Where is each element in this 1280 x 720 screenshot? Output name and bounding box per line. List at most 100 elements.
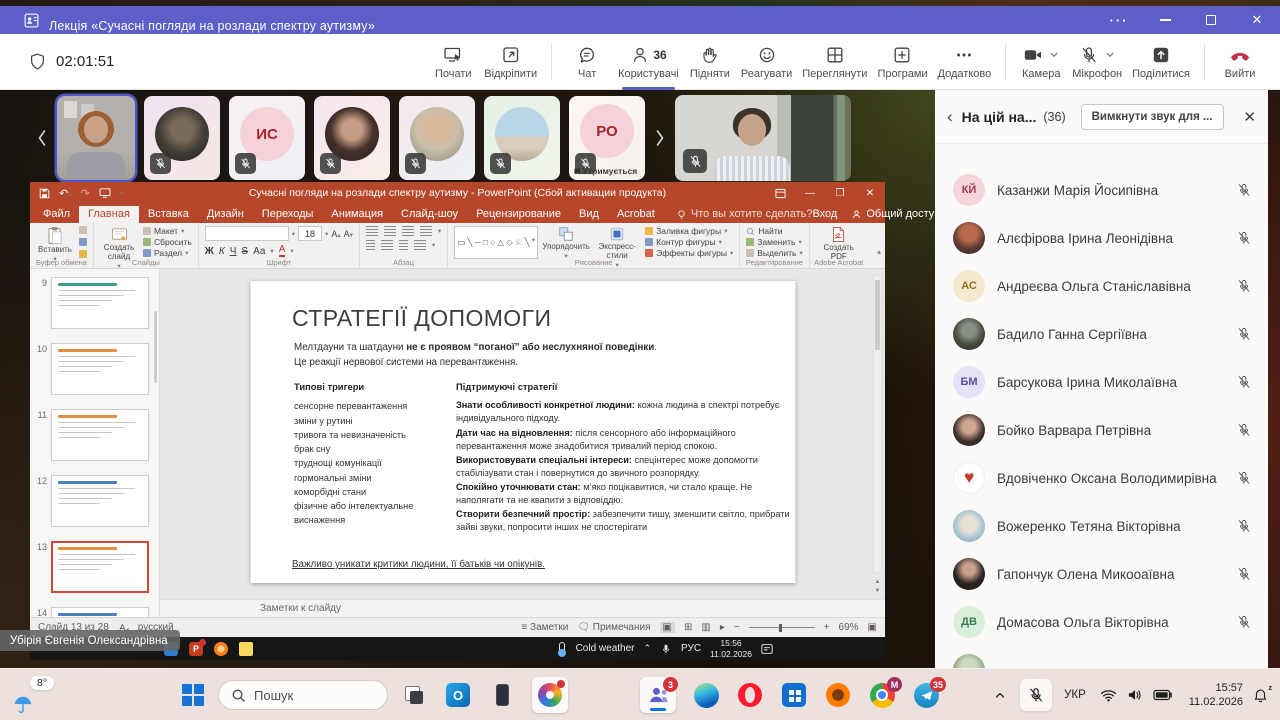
edge-icon[interactable] [692,681,720,709]
slide-sorter-icon[interactable]: ⊞ [684,622,692,633]
chevron-down-icon[interactable] [1049,50,1059,60]
toolbar-share-button[interactable]: Поділитися [1127,40,1195,83]
clock[interactable]: 15:5711.02.2026 [1189,681,1243,710]
grow-font-icon[interactable]: А▴ [331,229,340,239]
tray-chevron-icon[interactable]: ⌃ [644,643,652,654]
arrange-button[interactable]: Упорядочить▾ [543,226,589,260]
layout-button[interactable]: Макет▾ [143,226,192,236]
strikethrough-button[interactable]: S [241,246,248,257]
slide-13[interactable]: СТРАТЕГІЇ ДОПОМОГИ Мелтдауни та шатдауни… [250,281,795,583]
ppt-tab-4[interactable]: Переходы [253,206,323,223]
change-case-button[interactable]: Аа [253,246,265,257]
action-center-icon[interactable] [761,643,773,655]
strip-prev-icon[interactable] [36,128,48,148]
toolbar-hangup-button[interactable]: Вийти [1214,40,1266,83]
ppt-tab-7[interactable]: Рецензирование [467,206,570,223]
browser-icon[interactable] [214,642,228,656]
participant-tile[interactable] [314,96,390,180]
search-input[interactable] [218,680,388,710]
slide-thumbnail[interactable]: 12 [32,475,149,527]
shape-fill-button[interactable]: Заливка фигуры▾ [645,226,733,236]
phonelink-icon[interactable] [488,681,516,709]
mic-muted-tray-icon[interactable] [1020,679,1052,711]
participant-row[interactable]: Алєфірова Ірина Леонідівна [935,214,1268,262]
keyboard-language[interactable]: УКР [1064,689,1086,701]
weather-widget[interactable]: 8° [12,676,74,716]
powerpoint-taskbar-icon[interactable]: P [189,642,203,656]
participant-row[interactable]: БМБарсукова Ірина Миколаївна [935,358,1268,406]
chrome-icon[interactable]: M [868,681,896,709]
zoom-slider[interactable] [749,623,815,633]
bold-button[interactable]: Ж [205,246,214,257]
slide-thumbnail[interactable]: 10 [32,343,149,395]
start-slideshow-icon[interactable] [99,188,111,198]
volume-icon[interactable] [1127,688,1143,702]
toolbar-grid-button[interactable]: Переглянути [797,40,872,83]
participant-tile[interactable] [144,96,220,180]
slide-nav-buttons[interactable]: ▲▼ [873,578,882,595]
slideshow-icon[interactable]: ▸ [720,622,725,633]
opera-icon[interactable] [736,681,764,709]
ppt-tab-3[interactable]: Дизайн [198,206,253,223]
telegram-icon[interactable]: 35 [912,681,940,709]
toolbar-hand-button[interactable]: Підняти [684,40,736,83]
close-button[interactable]: ✕ [1234,6,1280,34]
clipboard-minibuttons[interactable] [79,226,87,258]
slide-scrollbar[interactable] [873,275,882,573]
back-icon[interactable]: ‹ [945,107,955,127]
hidden-icons-chevron[interactable] [994,689,1006,701]
ppt-restore-button[interactable]: ❐ [825,188,855,199]
share-button[interactable]: Общий доступ [851,208,940,220]
ppt-tab-6[interactable]: Слайд-шоу [392,206,467,223]
slide-thumbnail[interactable]: 13 [32,541,149,593]
shared-clock[interactable]: 15:5611.02.2026 [710,638,752,659]
panel-close-icon[interactable]: ✕ [1243,108,1256,126]
participant-tile[interactable] [399,96,475,180]
notes-toggle[interactable]: ≡ Заметки [521,622,568,633]
battery-icon[interactable] [1153,689,1173,701]
participant-row[interactable]: Бадило Ганна Сергіївна [935,310,1268,358]
create-pdf-button[interactable]: Создать PDF [816,226,862,262]
comments-toggle[interactable]: 🗨 Примечания [577,622,650,633]
participant-row[interactable] [935,646,1268,668]
toolbar-dots-button[interactable]: Додатково [933,40,997,83]
ppt-tab-9[interactable]: Acrobat [608,206,664,223]
participant-row[interactable]: ♥Вдовіченко Оксана Володимирівна [935,454,1268,502]
chevron-down-icon[interactable] [1105,50,1115,60]
start-button[interactable] [182,684,204,706]
font-size-input[interactable] [298,226,322,241]
toolbar-chat-button[interactable]: Чат [561,40,613,83]
ppt-close-button[interactable]: ✕ [855,188,885,199]
ppt-minimize-button[interactable]: — [795,188,825,199]
reading-view-icon[interactable]: ▥ [701,622,710,633]
reset-button[interactable]: Сбросить [143,237,192,247]
ribbon-options-icon[interactable] [765,188,795,199]
toolbar-camera-button[interactable]: Камера [1015,40,1067,83]
participant-row[interactable]: КЙКазанжи Марія Йосипівна [935,166,1268,214]
folder-icon[interactable] [239,642,253,656]
sign-in-button[interactable]: Вход [812,208,837,220]
slide-thumbnail[interactable]: 14 [32,607,149,617]
video-tile[interactable] [57,96,135,180]
font-color-button[interactable]: А [279,245,286,257]
zoom-in-icon[interactable]: + [824,622,830,633]
participant-tile[interactable] [484,96,560,180]
shapes-gallery[interactable]: ▭╲─□○ △◇☆╲▾ [454,226,538,259]
redo-icon[interactable]: ↷ [80,187,89,200]
ppt-tab-5[interactable]: Анимация [322,206,392,223]
toolbar-unpin-button[interactable]: Відкріпити [479,40,542,83]
mic-tray-icon[interactable] [660,643,672,655]
ppt-tab-2[interactable]: Вставка [139,206,198,223]
zoom-level[interactable]: 69% [839,622,859,633]
toolbar-present-button[interactable]: Почати [427,40,479,83]
shared-language-indicator[interactable]: РУС [681,643,701,654]
notes-pane[interactable]: Заметки к слайду [160,599,885,617]
paragraph-buttons-row1[interactable]: ▾ [366,226,441,236]
shape-outline-button[interactable]: Контур фигуры▾ [645,237,733,247]
normal-view-icon[interactable]: ▣ [660,622,675,633]
save-icon[interactable] [39,188,50,199]
toolbar-micoff-button[interactable]: Мікрофон [1067,40,1127,83]
outlook-icon[interactable]: O [444,681,472,709]
participant-tile[interactable]: ИС [229,96,305,180]
maximize-button[interactable] [1188,6,1234,34]
